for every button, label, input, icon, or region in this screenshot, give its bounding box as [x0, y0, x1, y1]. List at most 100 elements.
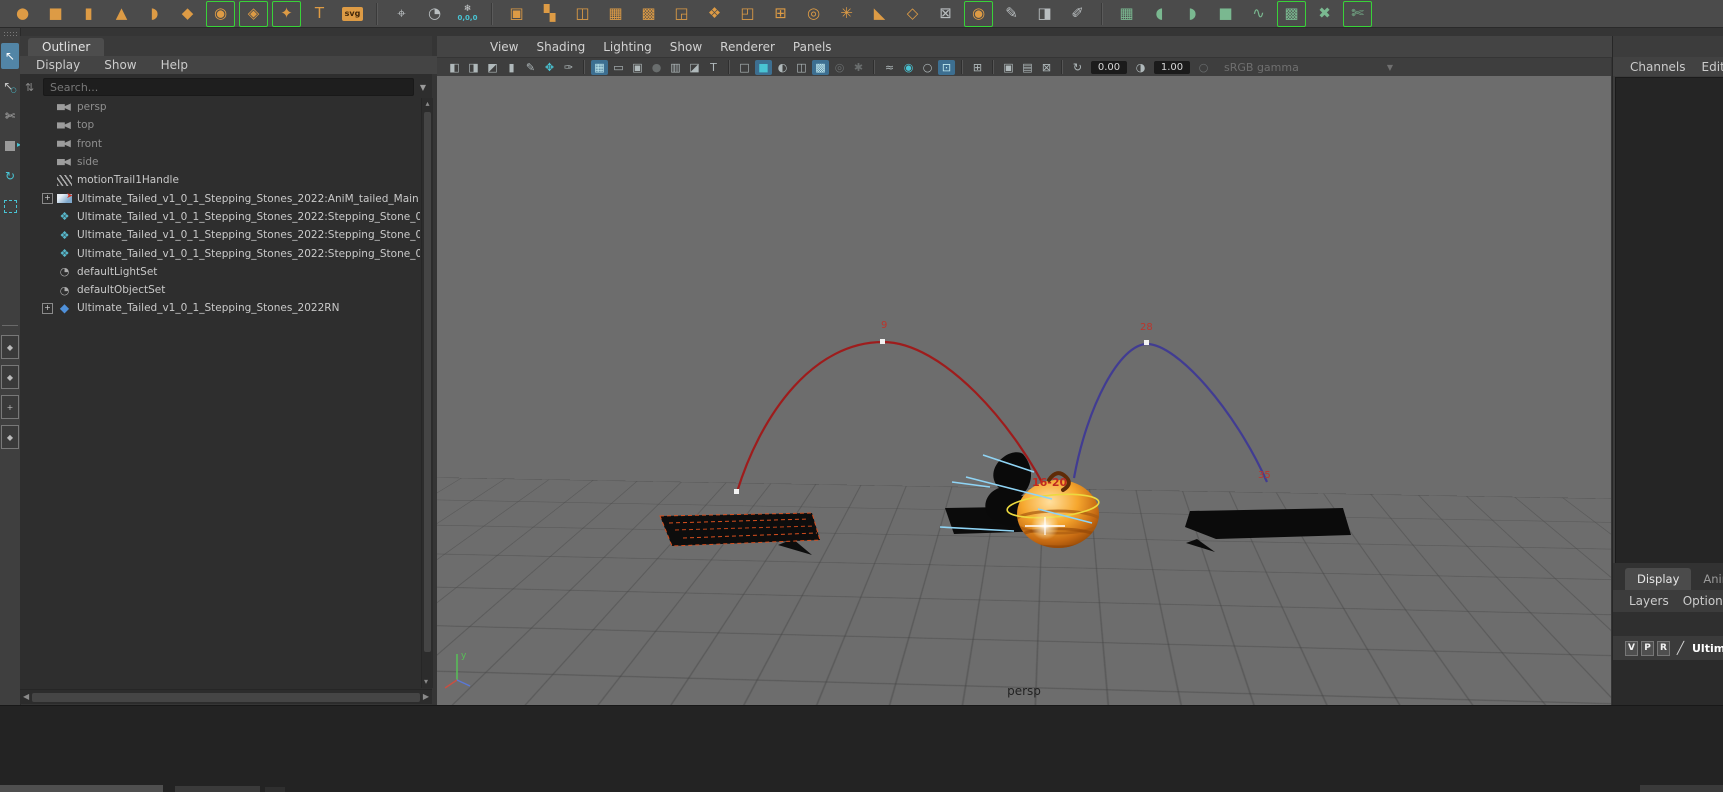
film-gate-button[interactable]: ▭ [610, 60, 627, 75]
layer-reference-toggle[interactable]: R [1657, 640, 1670, 656]
paint-select-tool[interactable]: ✄ [1, 103, 19, 129]
mesh-reduce-button[interactable]: ▩ [634, 1, 663, 27]
outliner-vertical-scrollbar[interactable]: ▴ ▾ [421, 98, 433, 688]
mesh-circularize-button[interactable]: ◎ [799, 1, 828, 27]
mesh-smooth-button[interactable]: ❖ [700, 1, 729, 27]
outliner-item-reference-node[interactable]: ◆ Ultimate_Tailed_v1_0_1_Stepping_Stones_… [20, 299, 420, 317]
marquee-select-button[interactable]: ⊞ [969, 60, 986, 75]
viewport-menu-show[interactable]: Show [670, 40, 702, 54]
sculpt-wax-brush-button[interactable]: ∿ [1244, 1, 1273, 27]
isolate-select-button[interactable]: ⊡ [938, 59, 955, 75]
outliner-item-top[interactable]: top [20, 116, 420, 134]
layout-add-button[interactable]: + [1, 395, 19, 419]
mesh-mirror-button[interactable]: ◫ [568, 1, 597, 27]
mesh-triangulate-button[interactable]: ◣ [865, 1, 894, 27]
viewport-3d-view[interactable]: y 9 28 35 16-20 persp [437, 76, 1611, 705]
motion-trail-blue[interactable] [1072, 342, 1269, 483]
create-svg-button[interactable]: svg [338, 1, 367, 27]
channels-menu[interactable]: Channels [1630, 60, 1686, 74]
outliner-horizontal-scrollbar[interactable]: ◀ ▶ [20, 689, 432, 704]
mesh-combine-button[interactable]: ▣ [502, 1, 531, 27]
viewport-menu-panels[interactable]: Panels [793, 40, 832, 54]
layout-outliner-persp-button[interactable]: ◆ [1, 425, 19, 449]
poly-cone-button[interactable]: ▲ [107, 1, 136, 27]
stepping-stone-03[interactable] [1185, 508, 1351, 552]
channel-box-list[interactable]: ······ [1615, 77, 1723, 592]
grid-toggle-button[interactable]: ▦ [591, 59, 608, 75]
mesh-fill-hole-button[interactable]: ▦ [601, 1, 630, 27]
chevron-down-icon[interactable]: ▼ [1387, 63, 1393, 72]
viewport-menu-view[interactable]: View [490, 40, 518, 54]
exposure-toggle-button[interactable]: ↻ [1069, 60, 1086, 75]
contrast-toggle-button[interactable]: ◑ [1132, 60, 1149, 75]
gate-mask-button[interactable]: ● [648, 60, 665, 75]
rotate-tool[interactable]: ↻ [1, 163, 19, 189]
scroll-right-icon[interactable]: ▶ [423, 693, 429, 701]
gamma-field[interactable]: 1.00 [1154, 60, 1190, 74]
layout-single-pane-button[interactable]: ◆ [1, 335, 19, 359]
grease-pencil-button[interactable]: ✑ [560, 60, 577, 75]
outliner-item-stone-03[interactable]: ❖ Ultimate_Tailed_v1_0_1_Stepping_Stones_… [20, 244, 420, 262]
search-filter-chevron-icon[interactable]: ▼ [414, 83, 432, 92]
expand-icon[interactable] [42, 193, 53, 205]
outliner-item-persp[interactable]: persp [20, 98, 420, 116]
layer-color-swatch-icon[interactable]: ╱ [1673, 641, 1688, 656]
render-region-button[interactable]: ⊠ [1038, 60, 1055, 75]
exposure-field[interactable]: 0.00 [1091, 60, 1127, 74]
sculpt-grab-brush-button[interactable]: ▩ [1277, 0, 1306, 27]
expand-icon[interactable] [42, 302, 53, 314]
hud-toggle-button[interactable]: T [705, 60, 722, 75]
layout-four-pane-button[interactable]: ◆ [1, 365, 19, 389]
scroll-up-icon[interactable]: ▴ [422, 100, 433, 108]
search-input[interactable] [43, 78, 414, 96]
viewport-menu-renderer[interactable]: Renderer [720, 40, 775, 54]
outliner-item-stone-02[interactable]: ❖ Ultimate_Tailed_v1_0_1_Stepping_Stones_… [20, 226, 420, 244]
shaded-display-button[interactable]: ■ [755, 59, 772, 75]
scrollbar-thumb[interactable] [424, 112, 431, 652]
sculpt-brush-button[interactable]: ◖ [1145, 1, 1174, 27]
viewport-menu-lighting[interactable]: Lighting [603, 40, 652, 54]
snapshot-copy-button[interactable]: ▣ [1000, 60, 1017, 75]
scroll-down-icon[interactable]: ▾ [424, 678, 428, 686]
outliner-menu-display[interactable]: Display [36, 58, 80, 72]
snapshot-import-button[interactable]: ▤ [1019, 60, 1036, 75]
outliner-item-stone-01[interactable]: ❖ Ultimate_Tailed_v1_0_1_Stepping_Stones_… [20, 208, 420, 226]
ambient-occlusion-button[interactable]: ◉ [900, 60, 917, 75]
view-bookmark-button[interactable]: ▮ [503, 60, 520, 75]
viewport-menu-shading[interactable]: Shading [536, 40, 585, 54]
lasso-select-tool[interactable]: ↖ ○ [1, 73, 19, 99]
insert-edge-loop-tool-button[interactable]: ◨ [1030, 1, 1059, 27]
field-chart-button[interactable]: ▥ [667, 60, 684, 75]
sculpt-knife-brush-button[interactable]: ✄ [1343, 0, 1372, 27]
camera-attributes-button[interactable]: ◧ [446, 60, 463, 75]
mesh-separate-button[interactable]: ▚ [535, 1, 564, 27]
options-menu[interactable]: Options [1683, 594, 1723, 608]
sculpt-foam-brush-button[interactable]: ▦ [1112, 1, 1141, 27]
color-management-button[interactable]: ○ [1195, 60, 1212, 75]
poly-disc-button[interactable]: ◉ [206, 0, 235, 27]
textured-display-button[interactable]: ◐ [774, 60, 791, 75]
outliner-item-side[interactable]: side [20, 153, 420, 171]
snap-time-button[interactable]: ◔ [420, 1, 449, 27]
transfer-attributes-button[interactable]: ◉ [964, 0, 993, 27]
layers-menu[interactable]: Layers [1629, 594, 1669, 608]
poly-plane-button[interactable]: ◆ [173, 1, 202, 27]
sort-order-icon[interactable]: ⇅ [25, 81, 43, 94]
scroll-left-icon[interactable]: ◀ [23, 693, 29, 701]
move-tool[interactable] [1, 133, 21, 159]
outliner-tab[interactable]: Outliner [28, 38, 105, 56]
toolbox-grip[interactable] [3, 31, 17, 37]
sculpt-bulge-brush-button[interactable]: ■ [1211, 1, 1240, 27]
outliner-menu-help[interactable]: Help [161, 58, 188, 72]
poly-platonic-solid-button[interactable]: ◈ [239, 0, 268, 27]
reset-transforms-button[interactable]: ❄ 0,0,0 [453, 1, 482, 27]
sculpt-spread-brush-button[interactable]: ✖ [1310, 1, 1339, 27]
scale-tool[interactable] [1, 193, 19, 219]
tab-anim[interactable]: Anim [1691, 568, 1723, 590]
outliner-item-motion-trail[interactable]: motionTrail1Handle [20, 171, 420, 189]
mesh-bridge-button[interactable]: ⊞ [766, 1, 795, 27]
layer-visibility-toggle[interactable]: V [1625, 640, 1638, 656]
select-tool[interactable]: ↖ [1, 43, 19, 69]
poly-cube-button[interactable]: ■ [41, 1, 70, 27]
poly-sphere-button[interactable]: ● [8, 1, 37, 27]
